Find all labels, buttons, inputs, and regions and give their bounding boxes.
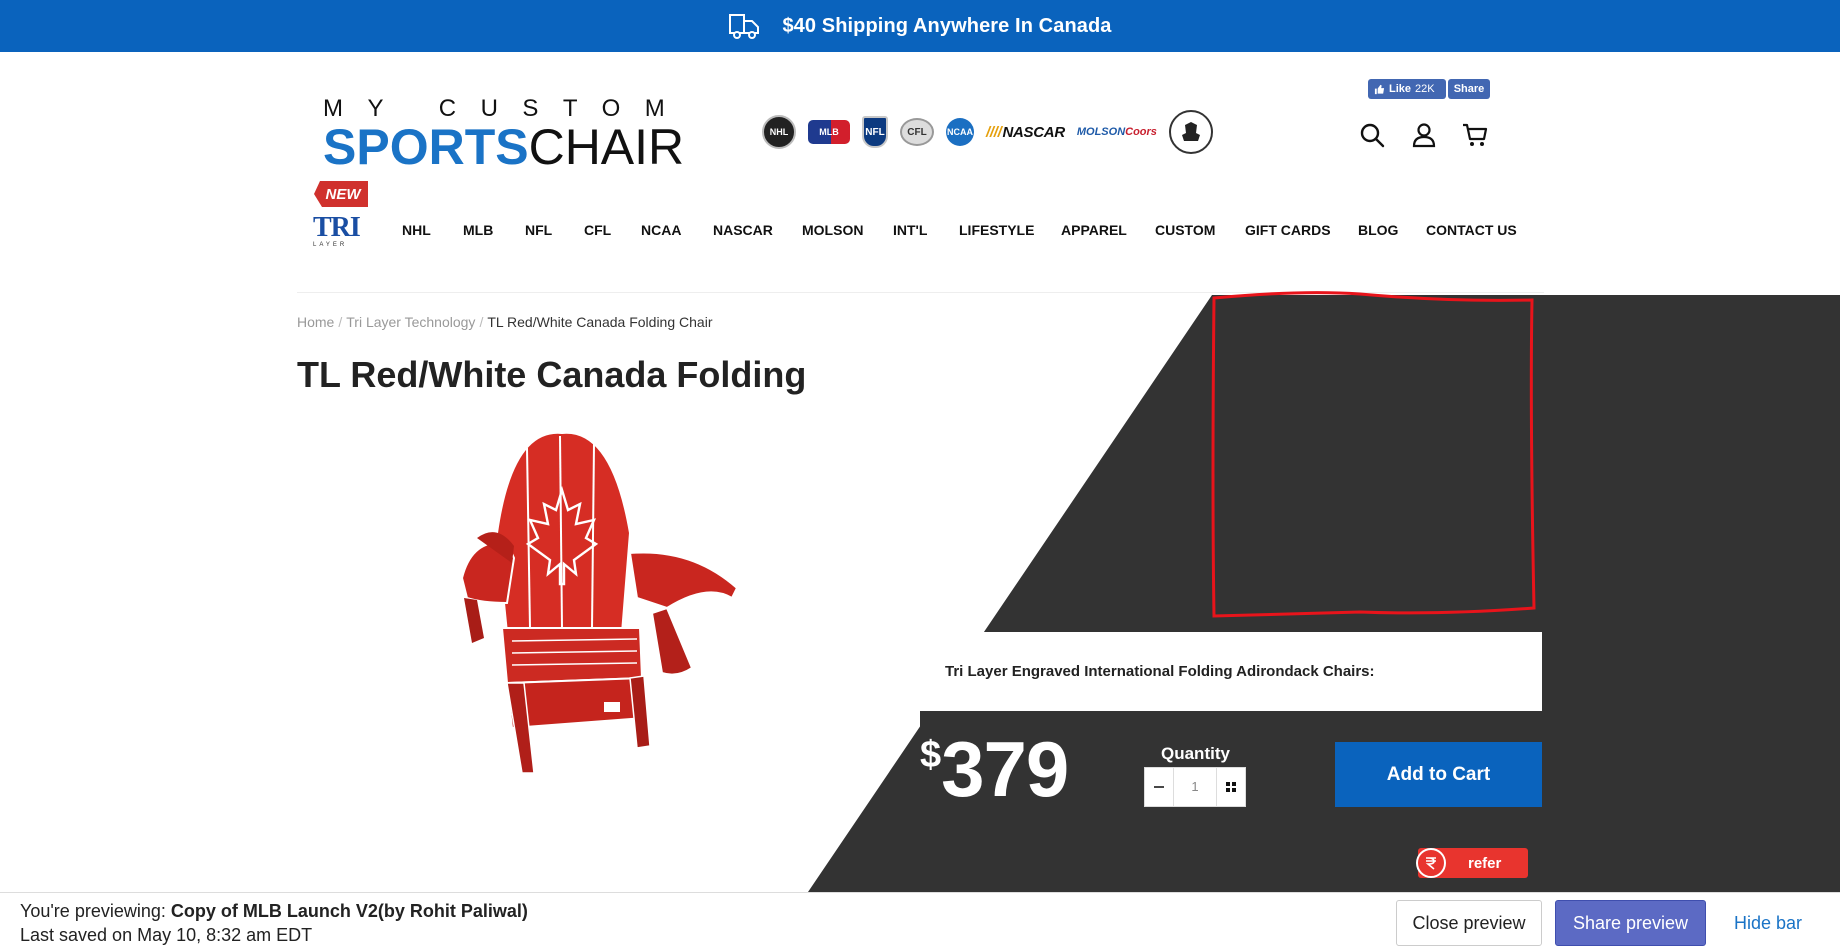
product-image[interactable]: [462, 428, 742, 778]
nascar-text: NASCAR: [1002, 123, 1065, 141]
nav-item-nfl[interactable]: NFL: [525, 222, 552, 238]
nfl-logo[interactable]: NFL: [862, 116, 888, 148]
hide-bar-link[interactable]: Hide bar: [1720, 900, 1816, 946]
close-preview-button[interactable]: Close preview: [1396, 900, 1542, 946]
quantity-stepper: 1: [1144, 767, 1246, 807]
search-icon: [1360, 123, 1385, 148]
tri-sub-text: LAYER: [313, 242, 348, 248]
tri-layer-nav-logo[interactable]: TRI LAYER: [313, 214, 369, 254]
search-button[interactable]: [1357, 120, 1387, 150]
preview-prefix: You're previewing:: [20, 901, 166, 921]
molson-text: MOLSON: [1076, 126, 1126, 138]
nav-item-lifestyle[interactable]: LIFESTYLE: [959, 222, 1034, 238]
announcement-text: $40 Shipping Anywhere In Canada: [782, 14, 1112, 37]
new-badge: NEW: [314, 181, 368, 207]
nav-item-contact-us[interactable]: CONTACT US: [1426, 222, 1517, 238]
cart-button[interactable]: [1460, 120, 1490, 150]
nav-item-molson[interactable]: MOLSON: [802, 222, 863, 238]
nav-item-nascar[interactable]: NASCAR: [713, 222, 773, 238]
breadcrumb-separator: /: [479, 314, 484, 330]
league-logos: NHL MLB NFL CFL NCAA ////NASCAR MOLSON Co…: [762, 110, 1213, 154]
chair-badge-icon: [1181, 122, 1200, 141]
logo-bottom-text: SPORTSCHAIR: [323, 122, 703, 172]
logo-chair: CHAIR: [528, 119, 685, 175]
user-icon: [1412, 123, 1436, 148]
nav-item-mlb[interactable]: MLB: [463, 222, 493, 238]
add-to-cart-button[interactable]: Add to Cart: [1335, 742, 1542, 807]
adirondack-badge-logo[interactable]: [1168, 110, 1213, 154]
new-badge-text: NEW: [326, 186, 363, 203]
tri-text: TRI: [313, 212, 361, 243]
refer-label: refer: [1468, 854, 1502, 872]
rupee-icon: [1425, 857, 1436, 870]
price-currency: $: [920, 734, 942, 776]
nav-item-cfl[interactable]: CFL: [584, 222, 611, 238]
announcement-bar: $40 Shipping Anywhere In Canada: [0, 0, 1840, 52]
nav-item-gift-cards[interactable]: GIFT CARDS: [1245, 222, 1331, 238]
like-count: 22K: [1415, 83, 1435, 95]
site-logo[interactable]: MY CUSTOM SPORTSCHAIR: [323, 95, 703, 173]
account-button[interactable]: [1409, 120, 1439, 150]
nascar-logo[interactable]: ////NASCAR: [986, 124, 1065, 141]
preview-info: You're previewing: Copy of MLB Launch V2…: [20, 899, 528, 947]
thumbs-up-icon: [1374, 84, 1385, 94]
quantity-label: Quantity: [1161, 744, 1230, 763]
coors-text: Coors: [1125, 126, 1157, 138]
refer-icon: [1416, 848, 1446, 878]
breadcrumb-category[interactable]: Tri Layer Technology: [346, 314, 475, 330]
product-description-card: Tri Layer Engraved International Folding…: [920, 632, 1542, 711]
nav-item-blog[interactable]: BLOG: [1358, 222, 1398, 238]
annotation-highlight-box: [1211, 291, 1536, 618]
refer-button[interactable]: refer: [1416, 848, 1528, 878]
molson-coors-logo[interactable]: MOLSON Coors: [1077, 126, 1157, 138]
preview-line: You're previewing: Copy of MLB Launch V2…: [20, 899, 528, 923]
facebook-share-button[interactable]: Share: [1448, 79, 1490, 99]
minus-icon: [1154, 786, 1164, 788]
cfl-logo[interactable]: CFL: [900, 118, 934, 146]
nav-item-custom[interactable]: CUSTOM: [1155, 222, 1215, 238]
breadcrumb: Home / Tri Layer Technology / TL Red/White C…: [297, 314, 712, 330]
nav-item-apparel[interactable]: APPAREL: [1061, 222, 1127, 238]
header-divider: [297, 292, 1544, 293]
preview-theme-name: Copy of MLB Launch V2(by Rohit Paliwal): [170, 901, 528, 921]
like-label: Like: [1389, 83, 1412, 95]
quantity-increase-button[interactable]: [1216, 767, 1246, 807]
product-price: $379: [920, 725, 1069, 813]
product-title: TL Red/White Canada Folding: [297, 354, 807, 395]
logo-sports: SPORTS: [323, 119, 529, 175]
theme-preview-bar: You're previewing: Copy of MLB Launch V2…: [0, 892, 1840, 952]
nav-item-nhl[interactable]: NHL: [402, 222, 431, 238]
nascar-bars-icon: ////: [986, 123, 1002, 141]
nhl-logo[interactable]: NHL: [762, 115, 796, 149]
share-preview-button[interactable]: Share preview: [1555, 900, 1706, 946]
cart-icon: [1463, 123, 1488, 146]
breadcrumb-separator: /: [338, 314, 343, 330]
mlb-logo[interactable]: MLB: [808, 120, 850, 144]
nav-item-ncaa[interactable]: NCAA: [641, 222, 681, 238]
truck-icon: [729, 14, 760, 39]
last-saved-text: Last saved on May 10, 8:32 am EDT: [20, 925, 313, 945]
ncaa-logo[interactable]: NCAA: [946, 118, 974, 146]
plus-icon: [1226, 782, 1236, 792]
quantity-input[interactable]: 1: [1174, 767, 1216, 807]
price-amount: 379: [941, 725, 1069, 813]
breadcrumb-current: TL Red/White Canada Folding Chair: [487, 314, 713, 330]
nav-item-intl[interactable]: INT'L: [893, 222, 927, 238]
product-description: Tri Layer Engraved International Folding…: [945, 663, 1375, 680]
logo-top-text: MY CUSTOM: [323, 95, 690, 122]
quantity-decrease-button[interactable]: [1144, 767, 1174, 807]
breadcrumb-home[interactable]: Home: [297, 314, 334, 330]
facebook-like-button[interactable]: Like 22K: [1368, 79, 1446, 99]
